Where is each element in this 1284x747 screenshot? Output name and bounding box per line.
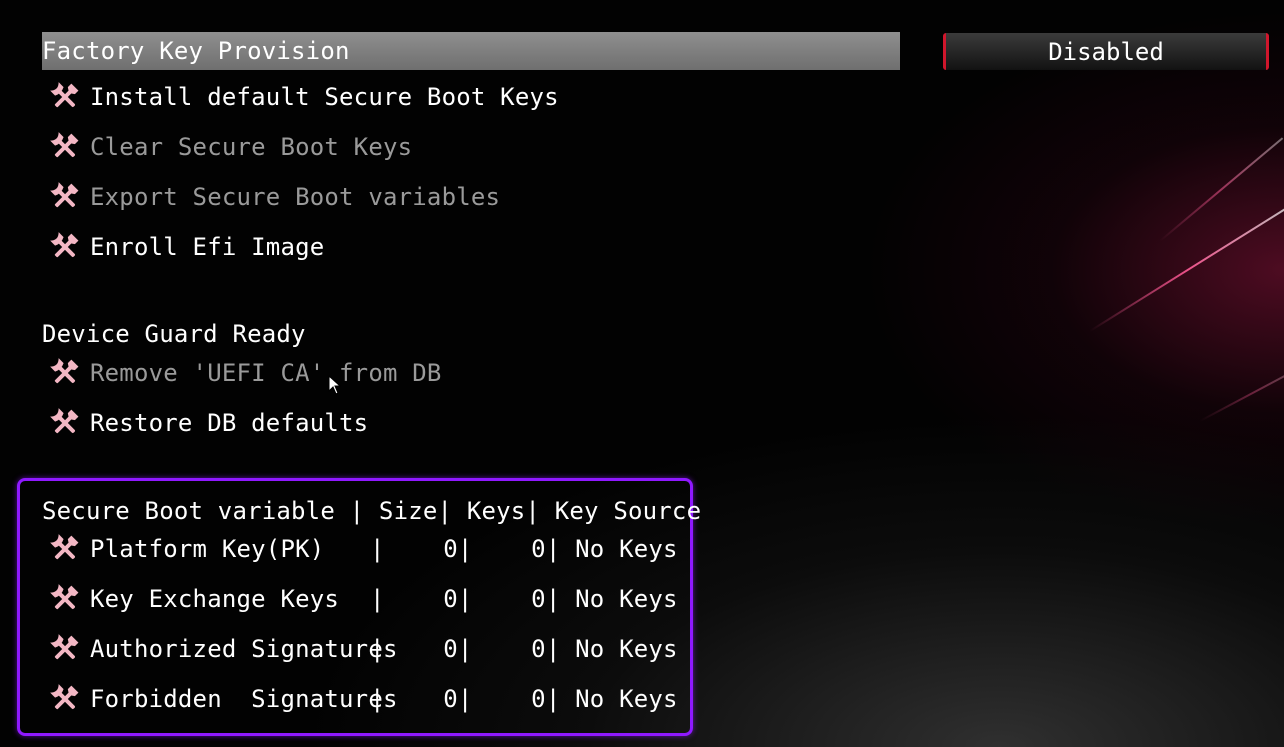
column-separator: | [457,535,532,563]
tools-icon [50,684,79,713]
variable-key-source: No Keys [575,685,678,713]
tools-icon [50,232,79,261]
light-streak [1089,208,1284,332]
table-row[interactable]: Authorized Signatures | 0 | 0 | No Keys [48,631,678,667]
restore-db-defaults-item[interactable]: Restore DB defaults [48,405,368,441]
column-separator: | [545,685,576,713]
tools-icon [50,408,79,437]
column-separator: | [370,585,444,613]
variable-name: Forbidden Signatures [90,685,398,713]
variable-key-source: No Keys [575,535,678,563]
column-separator: | [370,685,444,713]
variable-key-source: No Keys [575,585,678,613]
tools-icon [50,132,79,161]
column-separator: | [545,635,576,663]
column-separator: | [370,635,444,663]
column-separator: | [457,635,532,663]
variable-key-source: No Keys [575,635,678,663]
variable-name: Platform Key(PK) [90,535,383,563]
clear-secure-boot-keys-item[interactable]: Clear Secure Boot Keys [48,129,412,165]
tools-icon [50,634,79,663]
section-heading: Device Guard Ready [42,320,306,348]
factory-key-provision-value[interactable]: Disabled [943,33,1269,70]
tools-icon [50,584,79,613]
variable-keys: 0 [531,535,546,563]
table-row[interactable]: Platform Key(PK) | 0 | 0 | No Keys [48,531,678,567]
variable-size: 0 [443,585,458,613]
light-streak [1199,363,1284,422]
setting-label: Factory Key Provision [42,37,350,65]
variable-name: Authorized Signatures [90,635,398,663]
remove-uefi-ca-item[interactable]: Remove 'UEFI CA' from DB [48,355,442,391]
tools-icon [50,358,79,387]
install-default-keys-item[interactable]: Install default Secure Boot Keys [48,79,559,115]
factory-key-provision-setting[interactable]: Factory Key Provision [42,33,350,69]
column-separator: | [545,585,576,613]
variable-size: 0 [443,535,458,563]
table-header: Secure Boot variable | Size| Keys| Key S… [42,493,701,529]
column-separator: | [370,535,444,563]
variable-size: 0 [443,685,458,713]
export-secure-boot-variables-item[interactable]: Export Secure Boot variables [48,179,500,215]
column-separator: | [545,535,576,563]
variable-size: 0 [443,635,458,663]
table-row[interactable]: Forbidden Signatures | 0 | 0 | No Keys [48,681,678,717]
table-header-text: Secure Boot variable | Size| Keys| Key S… [42,497,702,525]
column-separator: | [457,585,532,613]
tools-icon [50,182,79,211]
setting-value: Disabled [1048,37,1164,66]
table-row[interactable]: Key Exchange Keys | 0 | 0 | No Keys [48,581,678,617]
item-label: Install default Secure Boot Keys [90,83,559,111]
item-label: Restore DB defaults [90,409,369,437]
variable-name: Key Exchange Keys [90,585,383,613]
device-guard-heading: Device Guard Ready [42,316,306,352]
item-label: Export Secure Boot variables [90,183,501,211]
item-label: Enroll Efi Image [90,233,325,261]
item-label: Remove 'UEFI CA' from DB [90,359,442,387]
enroll-efi-image-item[interactable]: Enroll Efi Image [48,229,324,265]
mouse-cursor-icon [328,375,342,395]
variable-keys: 0 [531,685,546,713]
tools-icon [50,534,79,563]
light-streak [1159,137,1284,242]
variable-keys: 0 [531,585,546,613]
variable-keys: 0 [531,635,546,663]
column-separator: | [457,685,532,713]
item-label: Clear Secure Boot Keys [90,133,413,161]
tools-icon [50,82,79,111]
